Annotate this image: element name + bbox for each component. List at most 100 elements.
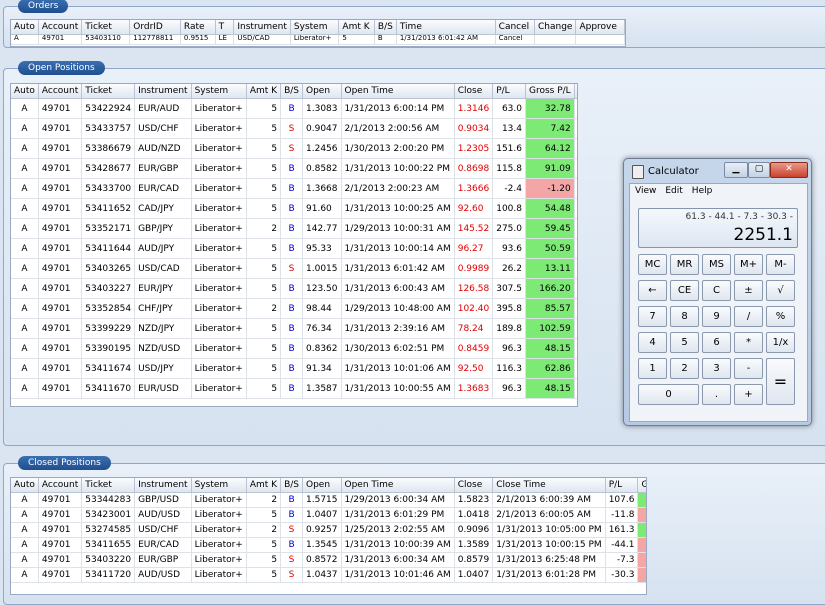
column-header[interactable]: Approve <box>576 20 625 35</box>
key-4-button[interactable]: 4 <box>638 332 667 353</box>
close-window-button[interactable]: ✕ <box>770 162 808 178</box>
key-plus-button[interactable]: + <box>734 384 763 405</box>
column-header[interactable]: Account <box>38 20 81 35</box>
column-header[interactable]: Cancel <box>495 20 534 35</box>
key-equals-button[interactable]: = <box>766 358 795 405</box>
key-percent-button[interactable]: % <box>766 306 795 327</box>
key-2-button[interactable]: 2 <box>670 358 699 379</box>
column-header[interactable]: Gross P/L <box>638 478 647 493</box>
orders-tab[interactable]: Orders <box>18 0 68 13</box>
column-header[interactable]: Close <box>454 84 493 99</box>
key-decimal-button[interactable]: . <box>702 384 731 405</box>
calculator-window[interactable]: Calculator ▁ ▢ ✕ ViewEditHelp 61.3 - 44.… <box>623 158 812 426</box>
column-header[interactable]: Close Time <box>493 478 605 493</box>
table-row[interactable]: A4970153352854CHF/JPYLiberator+2B98.441/… <box>11 299 578 319</box>
table-row[interactable]: A4970153274585USD/CHFLiberator+2S0.92571… <box>11 523 647 538</box>
column-header[interactable]: Amt K <box>246 84 280 99</box>
column-header[interactable]: Amt K <box>339 20 375 35</box>
column-header[interactable]: Open Time <box>341 84 454 99</box>
key-divide-button[interactable]: / <box>734 306 763 327</box>
column-header[interactable]: Ticket <box>82 478 135 493</box>
key-9-button[interactable]: 9 <box>702 306 731 327</box>
key-mc-button[interactable]: MC <box>638 254 667 275</box>
key-6-button[interactable]: 6 <box>702 332 731 353</box>
table-row[interactable]: A4970153422924EUR/AUDLiberator+5B1.30831… <box>11 99 578 119</box>
column-header[interactable]: Auto <box>11 478 38 493</box>
table-row[interactable]: A4970153411644AUD/JPYLiberator+5B95.331/… <box>11 239 578 259</box>
column-header[interactable]: Open Time <box>341 478 454 493</box>
key-0-button[interactable]: 0 <box>638 384 699 405</box>
table-row[interactable]: A4970153399229NZD/JPYLiberator+5B76.341/… <box>11 319 578 339</box>
table-row[interactable]: A4970153411674USD/JPYLiberator+5B91.341/… <box>11 359 578 379</box>
key-clear-entry-button[interactable]: CE <box>670 280 699 301</box>
table-row[interactable]: A4970153352171GBP/JPYLiberator+2B142.771… <box>11 219 578 239</box>
table-row[interactable]: A4970153411720AUD/USDLiberator+5S1.04371… <box>11 568 647 583</box>
closed-positions-tab[interactable]: Closed Positions <box>18 456 111 470</box>
column-header[interactable]: Instrument <box>135 84 192 99</box>
key-1-button[interactable]: 1 <box>638 358 667 379</box>
key-plus-minus-button[interactable]: ± <box>734 280 763 301</box>
column-header[interactable]: OrdrID <box>130 20 181 35</box>
key-ms-button[interactable]: MS <box>702 254 731 275</box>
table-row[interactable]: A4970153411652CAD/JPYLiberator+5B91.601/… <box>11 199 578 219</box>
column-header[interactable]: Auto <box>11 84 38 99</box>
table-row[interactable]: A4970153433757USD/CHFLiberator+5S0.90472… <box>11 119 578 139</box>
table-row[interactable]: A4970153344283GBP/USDLiberator+2B1.57151… <box>11 493 647 508</box>
column-header[interactable]: Close <box>454 478 493 493</box>
column-header[interactable]: Instrument <box>234 20 291 35</box>
key-backspace-button[interactable]: ← <box>638 280 667 301</box>
table-row[interactable]: A4970153403220EUR/GBPLiberator+5S0.85721… <box>11 553 647 568</box>
key-clear-button[interactable]: C <box>702 280 731 301</box>
key-sqrt-button[interactable]: √ <box>766 280 795 301</box>
menu-item-edit[interactable]: Edit <box>665 186 682 196</box>
key-8-button[interactable]: 8 <box>670 306 699 327</box>
table-row[interactable]: A4970153411655EUR/CADLiberator+5B1.35451… <box>11 538 647 553</box>
open-positions-tab[interactable]: Open Positions <box>18 61 105 75</box>
column-header[interactable]: Account <box>38 478 81 493</box>
table-row[interactable]: A4970153403265USD/CADLiberator+5S1.00151… <box>11 259 578 279</box>
column-header[interactable]: P/L <box>605 478 638 493</box>
key-minus-button[interactable]: - <box>734 358 763 379</box>
column-header[interactable]: Change <box>534 20 575 35</box>
key-3-button[interactable]: 3 <box>702 358 731 379</box>
column-header[interactable]: System <box>191 84 246 99</box>
column-header[interactable]: Account <box>38 84 81 99</box>
minimize-button[interactable]: ▁ <box>724 162 748 178</box>
table-row[interactable]: A4970153390195NZD/USDLiberator+5B0.83621… <box>11 339 578 359</box>
key-7-button[interactable]: 7 <box>638 306 667 327</box>
column-header[interactable]: B/S <box>281 84 303 99</box>
column-header[interactable]: System <box>191 478 246 493</box>
column-header[interactable]: Rate <box>180 20 215 35</box>
column-header[interactable]: System <box>290 20 339 35</box>
table-row[interactable]: A4970153433700EUR/CADLiberator+5B1.36682… <box>11 179 578 199</box>
column-header[interactable]: B/S <box>281 478 303 493</box>
column-header[interactable]: P/L <box>493 84 526 99</box>
table-row[interactable]: A4970153403227EUR/JPYLiberator+5B123.501… <box>11 279 578 299</box>
column-header[interactable]: Open <box>303 478 342 493</box>
maximize-button[interactable]: ▢ <box>748 162 770 178</box>
key-m-minus-button[interactable]: M- <box>766 254 795 275</box>
key-m-plus-button[interactable]: M+ <box>734 254 763 275</box>
menu-item-help[interactable]: Help <box>692 186 713 196</box>
menu-item-view[interactable]: View <box>635 186 656 196</box>
key-mr-button[interactable]: MR <box>670 254 699 275</box>
column-header[interactable]: Amt K <box>246 478 280 493</box>
column-header[interactable]: Ticket <box>82 84 135 99</box>
column-header[interactable]: Open <box>303 84 342 99</box>
table-row[interactable]: A4970153386679AUD/NZDLiberator+5S1.24561… <box>11 139 578 159</box>
column-header[interactable]: Time <box>396 20 495 35</box>
table-row[interactable]: A4970153411670EUR/USDLiberator+5B1.35871… <box>11 379 578 399</box>
column-header[interactable]: T <box>215 20 234 35</box>
table-row[interactable]: A49701534031101127788110.9515LEUSD/CADLi… <box>11 35 625 45</box>
key-reciprocal-button[interactable]: 1/x <box>766 332 795 353</box>
column-header[interactable]: Close <box>574 84 578 99</box>
column-header[interactable]: Gross P/L <box>525 84 574 99</box>
table-row[interactable]: A4970153423001AUD/USDLiberator+5B1.04071… <box>11 508 647 523</box>
column-header[interactable]: Ticket <box>82 20 130 35</box>
table-row[interactable]: A4970153428677EUR/GBPLiberator+5B0.85821… <box>11 159 578 179</box>
key-5-button[interactable]: 5 <box>670 332 699 353</box>
key-multiply-button[interactable]: * <box>734 332 763 353</box>
column-header[interactable]: Auto <box>11 20 38 35</box>
column-header[interactable]: B/S <box>374 20 396 35</box>
column-header[interactable]: Instrument <box>135 478 192 493</box>
